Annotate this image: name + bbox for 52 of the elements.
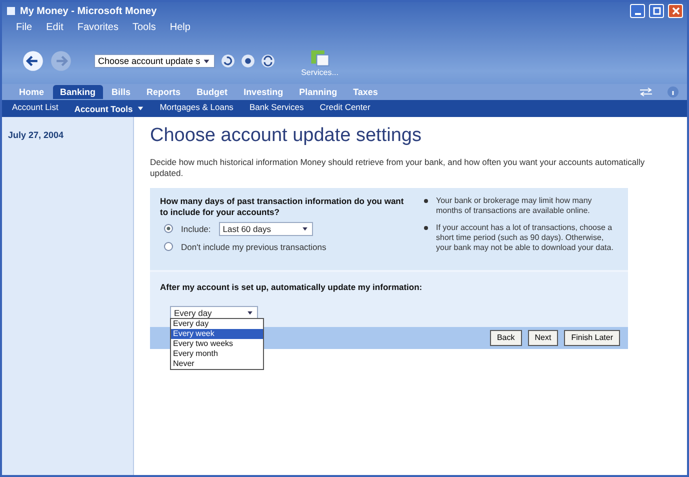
help-icon[interactable] bbox=[667, 86, 679, 98]
frequency-dropdown[interactable]: Every day bbox=[170, 306, 258, 320]
subnav-link[interactable]: Mortgages & Loans bbox=[160, 102, 234, 115]
refresh-icon[interactable] bbox=[221, 54, 236, 68]
minimize-button[interactable] bbox=[630, 4, 645, 18]
dropdown-option[interactable]: Every two weeks bbox=[171, 338, 263, 349]
wizard-button[interactable]: Finish Later bbox=[564, 330, 620, 346]
close-button[interactable] bbox=[668, 4, 683, 18]
bullet-icon bbox=[424, 226, 428, 230]
dropdown-option[interactable]: Every month bbox=[171, 348, 263, 359]
option-label: Include: bbox=[181, 224, 211, 234]
subnav-link[interactable]: Credit Center bbox=[320, 102, 370, 115]
days-dropdown[interactable]: Last 60 days bbox=[218, 222, 313, 236]
caret-icon bbox=[246, 308, 254, 317]
bullet-icon bbox=[424, 199, 428, 204]
window-title: My Money - Microsoft Money bbox=[20, 6, 157, 16]
menu-item[interactable]: Help bbox=[170, 22, 190, 36]
menu-item[interactable]: Favorites bbox=[77, 22, 118, 36]
wizard-button[interactable]: Next bbox=[528, 330, 558, 346]
swap-icon[interactable] bbox=[639, 87, 653, 97]
question-text: How many days of past transaction information do you want to include for your accounts? bbox=[160, 196, 405, 218]
close-icon bbox=[670, 6, 680, 16]
app-icon bbox=[6, 6, 16, 16]
subnav-link[interactable]: Account Tools bbox=[74, 102, 144, 115]
address-field[interactable]: Choose account update s bbox=[94, 54, 216, 68]
radio-button[interactable] bbox=[164, 242, 173, 251]
intro-text: Decide how much historical information Money should retrieve from your bank, and how often you want your accounts automatically updated. bbox=[150, 157, 646, 178]
wizard-button[interactable]: Back bbox=[490, 330, 522, 346]
maximize-icon bbox=[652, 6, 662, 16]
tip-text: If your account has a lot of transactions, choose a short time period (such as 90 days). Otherwise, your bank may not be able to download your data. bbox=[436, 223, 614, 252]
maximize-button[interactable] bbox=[649, 4, 664, 18]
menu-item[interactable]: Edit bbox=[46, 22, 64, 36]
tip-text: Your bank or brokerage may limit how many months of transactions are available online. bbox=[436, 196, 593, 216]
caret-icon bbox=[300, 224, 309, 232]
sync-icon[interactable] bbox=[261, 54, 276, 68]
page-title: Choose account update settings bbox=[150, 125, 422, 147]
radio-button[interactable] bbox=[164, 224, 173, 233]
date-label: July 27, 2004 bbox=[8, 130, 64, 140]
menu-item[interactable]: File bbox=[16, 22, 32, 36]
menu-item[interactable]: Tools bbox=[132, 22, 156, 36]
question-text: After my account is set up, automatically update my information: bbox=[160, 282, 424, 293]
subnav-link[interactable]: Account List bbox=[12, 102, 58, 115]
subnav-link[interactable]: Bank Services bbox=[249, 102, 304, 115]
option-label: Don't include my previous transactions bbox=[181, 242, 326, 252]
nav-tab[interactable]: Banking bbox=[53, 85, 103, 99]
stop-icon[interactable] bbox=[241, 54, 256, 68]
back-icon[interactable] bbox=[22, 50, 44, 72]
dropdown-option[interactable]: Every week bbox=[171, 328, 263, 339]
dropdown-option[interactable]: Every day bbox=[171, 318, 263, 329]
minimize-icon bbox=[634, 12, 640, 14]
caret-icon bbox=[202, 56, 212, 66]
dropdown-option[interactable]: Never bbox=[171, 358, 263, 369]
